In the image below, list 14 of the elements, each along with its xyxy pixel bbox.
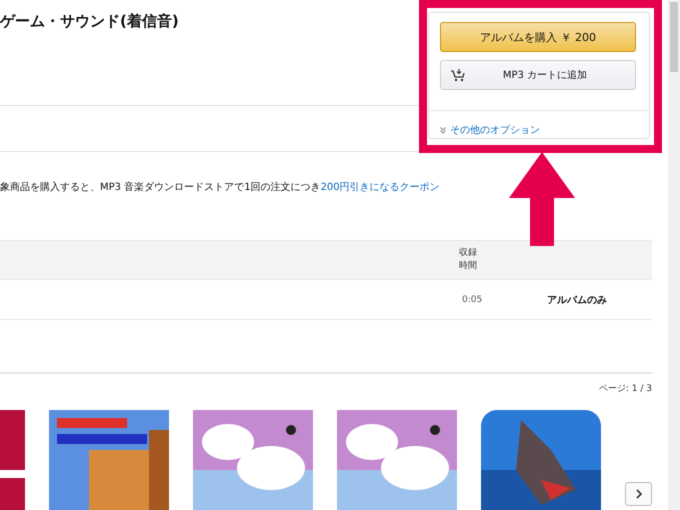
chevron-right-icon (636, 489, 642, 499)
purchase-option-cell-text: アルバムのみ (547, 294, 607, 306)
more-options-link[interactable]: その他のオプション (440, 123, 540, 137)
scrollbar[interactable] (668, 0, 680, 510)
double-chevron-icon (440, 126, 446, 134)
buy-album-button[interactable]: アルバムを購入 ￥ 200 (440, 22, 636, 52)
cart-icon (451, 68, 465, 82)
page-indicator: ページ: 1 / 3 (598, 383, 652, 395)
column-header: 収録時間 (459, 246, 477, 273)
duration-cell-text: 0:05 (462, 294, 484, 304)
coupon-text: 象商品を購入すると、MP3 音楽ダウンロードストアで1回の注文につき 200円引きになるクーポン (0, 180, 441, 194)
add-to-cart-button[interactable]: MP3 カートに追加 (440, 60, 636, 90)
next-button[interactable] (625, 482, 652, 506)
coupon-link[interactable]: 200円引きになるクーポン (320, 182, 440, 193)
